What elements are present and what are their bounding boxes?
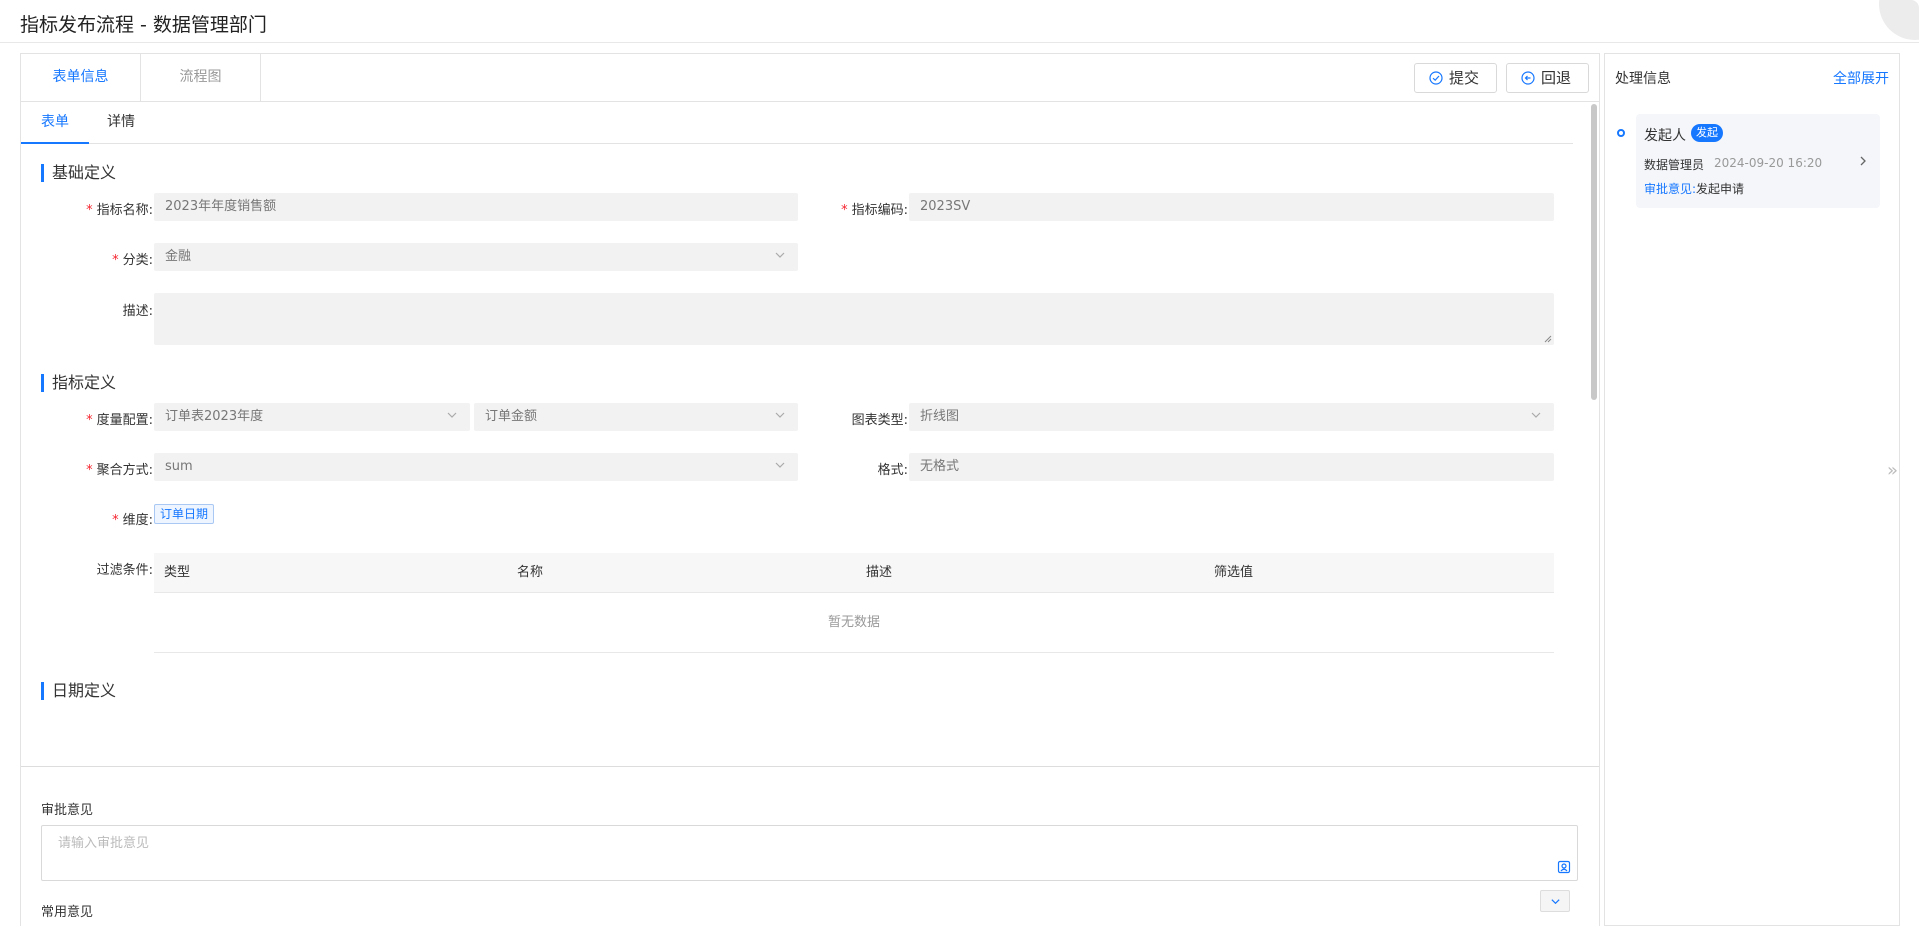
signature-icon[interactable] [1557,860,1571,874]
agg-label: * 聚合方式: [86,463,153,478]
chart-type-select[interactable]: 折线图 [909,403,1554,431]
scrollbar[interactable] [1591,104,1597,400]
col-name: 名称 [517,565,544,580]
dimension-label: * 维度: [112,513,153,528]
format-input[interactable]: 无格式 [909,453,1554,481]
empty-placeholder: 暂无数据 [154,593,1554,653]
top-tabs: 表单信息 流程图 提交 回退 [21,54,1599,102]
chevron-right-icon[interactable] [1858,155,1868,167]
submit-label: 提交 [1449,69,1480,87]
chevron-down-icon [1531,412,1541,418]
collapse-panel-icon[interactable]: » [1887,460,1898,481]
common-opinion-label: 常用意见 [41,905,94,920]
filter-label: 过滤条件: [96,563,153,578]
common-opinion-toggle[interactable] [1540,890,1570,912]
required-mark: * [841,203,848,218]
chevron-down-icon [775,462,785,468]
tab-flowchart[interactable]: 流程图 [141,54,261,101]
measure-table-value: 订单表2023年度 [165,409,264,424]
metric-code-input[interactable]: 2023SV [909,193,1554,221]
chart-type-value: 折线图 [920,409,960,424]
submit-button[interactable]: 提交 [1414,63,1497,93]
chevron-down-icon [775,252,785,258]
col-desc: 描述 [866,565,893,580]
approval-placeholder: 请输入审批意见 [58,836,150,851]
description-textarea[interactable] [154,293,1554,345]
close-button[interactable]: ✕ [1879,0,1919,40]
chevron-down-icon [775,412,785,418]
category-value: 金融 [165,249,192,264]
process-card[interactable]: 发起人 发起 数据管理员 2024-09-20 16:20 审批意见:发起申请 [1636,114,1880,208]
desc-label: 描述: [122,304,153,319]
approval-section: 审批意见 请输入审批意见 常用意见 [21,766,1599,926]
measure-field-select[interactable]: 订单金额 [474,403,798,431]
initiator-label: 发起人 [1644,128,1686,144]
status-badge: 发起 [1691,124,1723,142]
resize-handle-icon[interactable] [1544,335,1552,343]
aggregation-value: sum [165,459,193,474]
category-select[interactable]: 金融 [154,243,798,271]
process-opinion: 审批意见:发起申请 [1644,182,1745,196]
section-basic: 基础定义 [41,164,116,182]
timeline-dot [1617,129,1625,137]
flow-modal: 指标发布流程 - 数据管理部门 ✕ 表单信息 流程图 提交 回退 [0,0,1919,935]
sub-tabs: 表单 详情 [21,102,1573,144]
process-user: 数据管理员 [1644,158,1705,172]
dimension-tag[interactable]: 订单日期 [154,504,215,524]
col-type: 类型 [164,565,191,580]
return-icon [1521,71,1535,85]
metric-name-input[interactable]: 2023年年度销售额 [154,193,798,221]
required-mark: * [112,253,119,268]
required-mark: * [86,203,93,218]
col-filter-value: 筛选值 [1214,565,1254,580]
check-circle-icon [1429,71,1443,85]
subtab-form[interactable]: 表单 [21,102,89,144]
rollback-label: 回退 [1541,69,1572,87]
measure-label: * 度量配置: [86,413,153,428]
section-date: 日期定义 [41,682,116,700]
format-label: 格式: [877,463,908,478]
name-label: * 指标名称: [86,203,153,218]
filter-table-header: 类型 名称 描述 筛选值 [154,553,1554,593]
required-mark: * [86,413,93,428]
measure-table-select[interactable]: 订单表2023年度 [154,403,470,431]
expand-all-link[interactable]: 全部展开 [1833,68,1889,88]
tab-form-info[interactable]: 表单信息 [21,54,141,101]
modal-title: 指标发布流程 - 数据管理部门 [20,14,267,36]
form-panel: 表单信息 流程图 提交 回退 表单 详情 基础定义 * 指标名称: 2023年年… [20,53,1600,926]
code-label: * 指标编码: [841,203,908,218]
chevron-down-icon [447,412,457,418]
process-title: 处理信息 [1615,71,1671,87]
process-panel: 处理信息 全部展开 发起人 发起 数据管理员 2024-09-20 16:20 … [1604,53,1900,926]
section-metric: 指标定义 [41,374,116,392]
measure-field-value: 订单金额 [485,409,538,424]
required-mark: * [112,513,119,528]
required-mark: * [86,463,93,478]
aggregation-select[interactable]: sum [154,453,798,481]
approval-opinion-input[interactable]: 请输入审批意见 [41,825,1578,881]
category-label: * 分类: [112,253,153,268]
chevron-down-icon [1551,899,1560,905]
approval-label: 审批意见 [41,803,94,818]
process-time: 2024-09-20 16:20 [1714,156,1823,170]
chart-type-label: 图表类型: [851,413,908,428]
modal-header: 指标发布流程 - 数据管理部门 ✕ [0,0,1919,43]
subtab-detail[interactable]: 详情 [107,102,135,144]
rollback-button[interactable]: 回退 [1506,63,1589,93]
